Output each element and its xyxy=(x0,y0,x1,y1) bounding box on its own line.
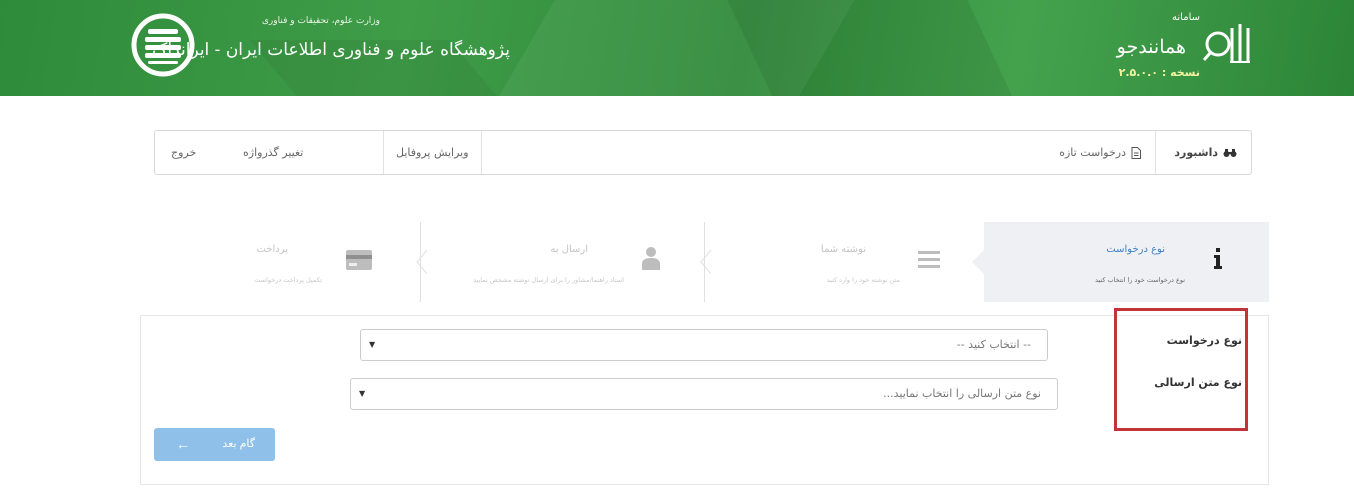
hamandjo-logo-icon[interactable] xyxy=(1200,20,1258,70)
irandoc-branding: وزارت علوم، تحقیقات و فناوری پژوهشگاه عل… xyxy=(152,14,510,84)
next-step-label: گام بعد xyxy=(222,438,255,450)
main-navbar: داشبورد درخواست تازه ویرایش پروفایل تغیی… xyxy=(154,130,1252,175)
nav-logout[interactable]: خروج xyxy=(165,131,202,174)
nav-dashboard-label: داشبورد xyxy=(1174,146,1218,159)
nav-new-request-label: درخواست تازه xyxy=(1059,146,1126,159)
highlight-annotation-box xyxy=(1114,308,1248,431)
institute-name: پژوهشگاه علوم و فناوری اطلاعات ایران - ا… xyxy=(152,40,510,60)
text-type-placeholder: نوع متن ارسالی را انتخاب نمایید... xyxy=(883,387,1041,400)
binoculars-icon xyxy=(1223,149,1237,157)
caret-down-icon: ▼ xyxy=(369,340,376,349)
user-icon xyxy=(642,247,660,270)
step-your-text[interactable]: نوشته شما متن نوشته خود را وارد کنید xyxy=(704,222,984,302)
wizard-steps: نوع درخواست نوع درخواست خود را انتخاب کن… xyxy=(140,222,1269,302)
system-name: همانندجو xyxy=(1116,36,1186,58)
caret-down-icon: ▼ xyxy=(359,389,366,398)
nav-edit-profile[interactable]: ویرایش پروفایل xyxy=(383,131,482,174)
header-decoration xyxy=(722,0,1038,96)
step-title: پرداخت xyxy=(256,244,288,255)
next-step-button[interactable]: گام بعد ← xyxy=(154,428,275,461)
step-description: متن نوشته خود را وارد کنید xyxy=(826,276,900,284)
step-title: نوع درخواست xyxy=(1106,244,1165,255)
text-type-select[interactable]: نوع متن ارسالی را انتخاب نمایید... ▼ xyxy=(350,378,1058,410)
nav-new-request[interactable]: درخواست تازه xyxy=(1059,131,1141,174)
step-payment[interactable]: پرداخت تکمیل پرداخت درخواست xyxy=(140,222,420,302)
step-description: نوع درخواست خود را انتخاب کنید xyxy=(1095,276,1185,284)
system-branding: سامانه همانندجو نسخه : ۲.۵.۰.۰ xyxy=(1090,10,1200,90)
text-lines-icon xyxy=(918,251,940,268)
step-description: تکمیل پرداخت درخواست xyxy=(254,276,322,284)
step-send-to[interactable]: ارسال به استاد راهنما/مشاور را برای ارسا… xyxy=(420,222,704,302)
site-header: وزارت علوم، تحقیقات و فناوری پژوهشگاه عل… xyxy=(0,0,1354,96)
info-icon xyxy=(1214,248,1222,269)
nav-dashboard[interactable]: داشبورد xyxy=(1174,131,1237,174)
document-icon xyxy=(1131,147,1141,159)
system-label: سامانه xyxy=(1172,12,1200,23)
version-label: نسخه : ۲.۵.۰.۰ xyxy=(1118,66,1200,79)
credit-card-icon xyxy=(346,250,372,270)
arrow-left-icon: ← xyxy=(176,436,190,452)
request-type-value: -- انتخاب کنید -- xyxy=(956,338,1031,351)
ministry-subtitle: وزارت علوم، تحقیقات و فناوری xyxy=(261,16,380,26)
step-description: استاد راهنما/مشاور را برای ارسال نوشته م… xyxy=(473,276,624,284)
nav-change-password[interactable]: تغییر گذرواژه xyxy=(231,131,315,174)
step-request-type[interactable]: نوع درخواست نوع درخواست خود را انتخاب کن… xyxy=(972,222,1269,302)
step-title: نوشته شما xyxy=(820,244,866,255)
request-type-select[interactable]: -- انتخاب کنید -- ▼ xyxy=(360,329,1048,361)
step-title: ارسال به xyxy=(550,244,588,255)
